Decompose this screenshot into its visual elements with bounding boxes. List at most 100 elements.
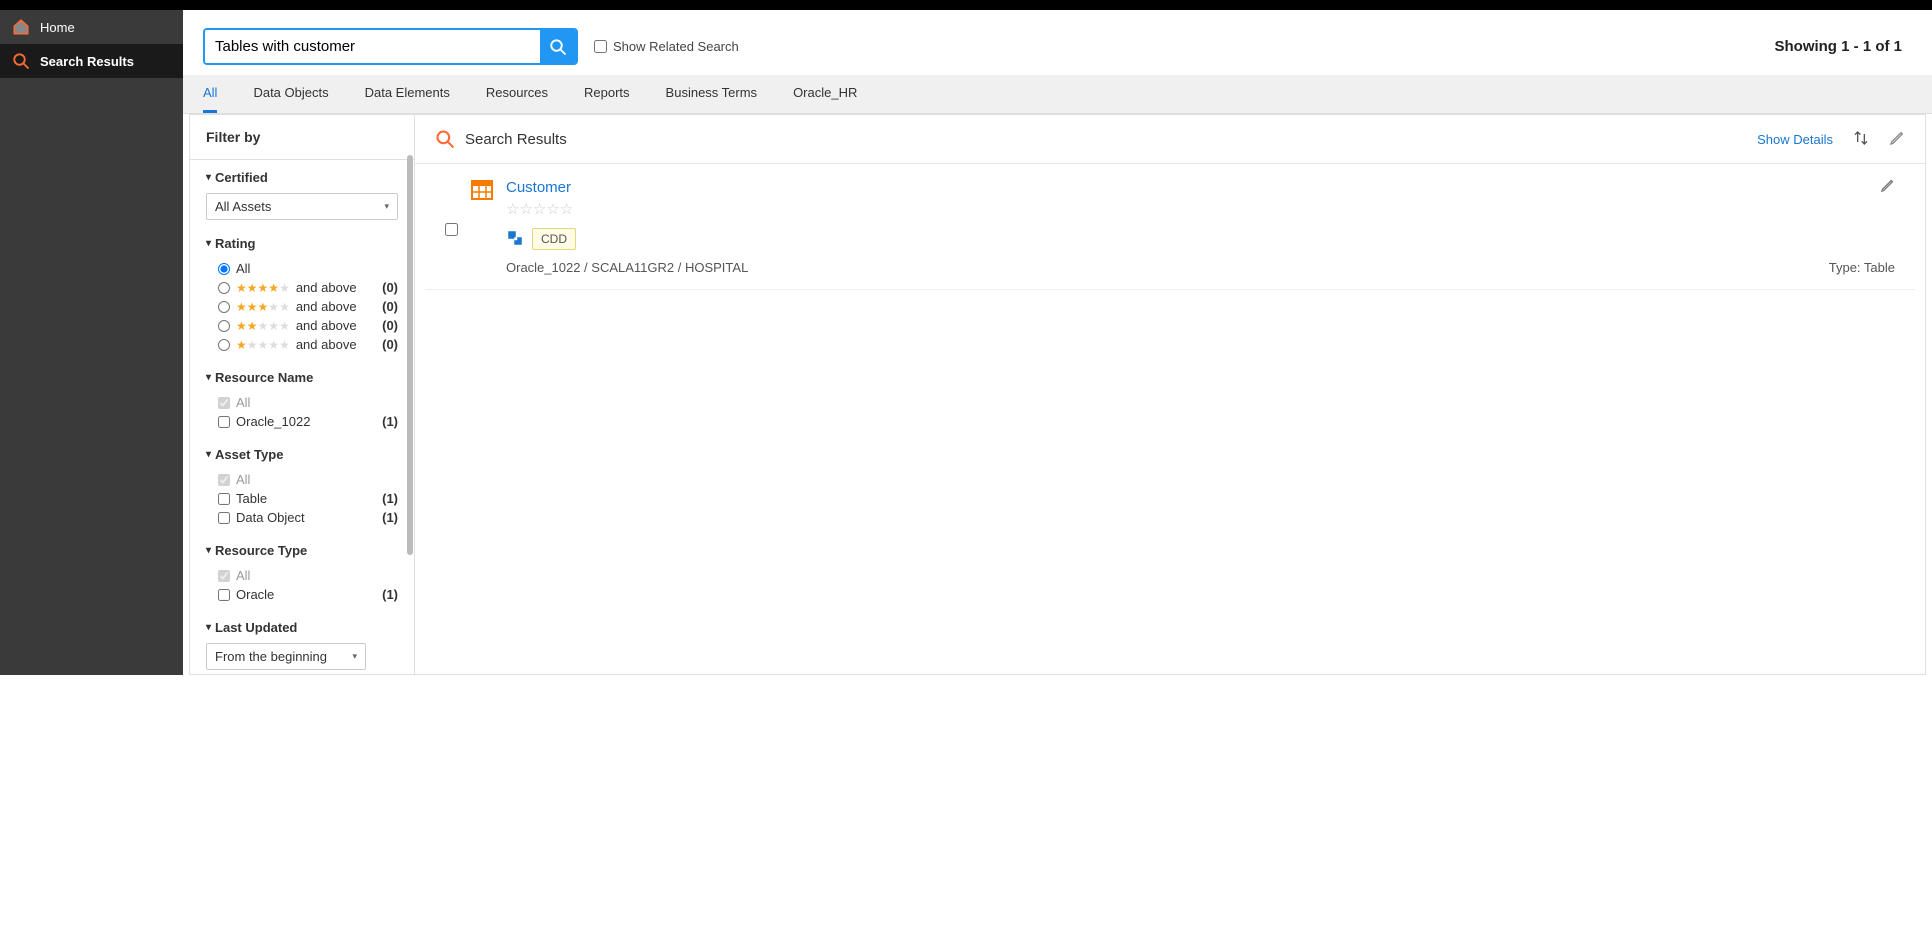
filter-title-resource-type[interactable]: Resource Type [206, 543, 398, 558]
asset-type-option-0[interactable]: Table (1) [206, 489, 398, 508]
tabs-bar: All Data Objects Data Elements Resources… [183, 75, 1932, 114]
show-related-search[interactable]: Show Related Search [594, 39, 739, 54]
tab-data-objects[interactable]: Data Objects [253, 75, 328, 113]
rating-2-count: (0) [382, 318, 398, 333]
resource-name-checkbox-0[interactable] [218, 416, 230, 428]
resource-name-all-checkbox[interactable] [218, 397, 230, 409]
rating-radio-4[interactable] [218, 282, 230, 294]
rating-3-count: (0) [382, 299, 398, 314]
edit-button[interactable] [1889, 130, 1905, 149]
filter-section-resource-type: Resource Type All Oracle [206, 543, 398, 604]
filter-title-rating[interactable]: Rating [206, 236, 398, 251]
filter-title-certified[interactable]: Certified [206, 170, 398, 185]
resource-type-option-0[interactable]: Oracle (1) [206, 585, 398, 604]
result-checkbox[interactable] [445, 184, 458, 275]
filter-title-resource-name[interactable]: Resource Name [206, 370, 398, 385]
stars-4-icon: ★★★★★ [236, 281, 290, 295]
resource-type-all-checkbox[interactable] [218, 570, 230, 582]
top-bar [0, 0, 1932, 10]
table-icon [470, 178, 494, 275]
asset-type-checkbox-1[interactable] [218, 512, 230, 524]
filter-panel: Filter by Certified All Assets Rating [190, 115, 415, 674]
show-related-checkbox[interactable] [594, 40, 607, 53]
rating-radio-2[interactable] [218, 320, 230, 332]
left-sidebar: Home Search Results [0, 10, 183, 675]
result-rating-stars[interactable]: ☆☆☆☆☆ [506, 200, 1895, 218]
rating-option-4[interactable]: ★★★★★ and above (0) [206, 278, 398, 297]
rating-3-label: and above [296, 299, 357, 314]
resource-type-label-0: Oracle [236, 587, 274, 602]
rating-2-label: and above [296, 318, 357, 333]
asset-type-option-1[interactable]: Data Object (1) [206, 508, 398, 527]
home-icon [12, 18, 30, 36]
filter-section-asset-type: Asset Type All Table [206, 447, 398, 527]
pencil-icon [1880, 178, 1895, 193]
filter-title-last-updated[interactable]: Last Updated [206, 620, 398, 635]
rating-option-3[interactable]: ★★★★★ and above (0) [206, 297, 398, 316]
show-details-link[interactable]: Show Details [1757, 132, 1833, 147]
result-type: Type: Table [1829, 260, 1895, 275]
resource-name-all-label: All [236, 395, 250, 410]
search-button[interactable] [540, 30, 576, 63]
rating-option-2[interactable]: ★★★★★ and above (0) [206, 316, 398, 335]
rating-4-label: and above [296, 280, 357, 295]
asset-type-all-label: All [236, 472, 250, 487]
last-updated-select[interactable]: From the beginning [206, 643, 366, 670]
asset-type-all-checkbox[interactable] [218, 474, 230, 486]
asset-type-label-0: Table [236, 491, 267, 506]
tab-data-elements[interactable]: Data Elements [365, 75, 450, 113]
result-path: Oracle_1022 / SCALA11GR2 / HOSPITAL [506, 260, 748, 275]
rating-radio-all[interactable] [218, 263, 230, 275]
results-panel: Search Results Show Details [415, 115, 1925, 674]
stars-3-icon: ★★★★★ [236, 300, 290, 314]
rating-1-count: (0) [382, 337, 398, 352]
asset-type-checkbox-0[interactable] [218, 493, 230, 505]
sort-icon [1853, 130, 1869, 146]
tag-badge[interactable]: CDD [532, 228, 576, 250]
tab-business-terms[interactable]: Business Terms [666, 75, 758, 113]
result-name-link[interactable]: Customer [506, 179, 571, 196]
search-box [203, 28, 578, 65]
tab-reports[interactable]: Reports [584, 75, 630, 113]
rating-option-1[interactable]: ★★★★★ and above (0) [206, 335, 398, 354]
search-icon [435, 129, 455, 149]
rating-radio-1[interactable] [218, 339, 230, 351]
filter-section-certified: Certified All Assets [206, 170, 398, 220]
result-item: Customer ☆☆☆☆☆ CDD [425, 164, 1915, 290]
results-title: Search Results [465, 131, 567, 148]
asset-type-count-1: (1) [382, 510, 398, 525]
tab-resources[interactable]: Resources [486, 75, 548, 113]
pencil-icon [1889, 130, 1905, 146]
filter-section-last-updated: Last Updated From the beginning [206, 620, 398, 670]
sort-button[interactable] [1853, 130, 1869, 149]
tab-all[interactable]: All [203, 75, 217, 113]
filter-header: Filter by [190, 115, 414, 160]
filter-scrollbar-thumb[interactable] [407, 155, 413, 555]
filter-section-resource-name: Resource Name All Oracle_1022 [206, 370, 398, 431]
certified-select[interactable]: All Assets [206, 193, 398, 220]
asset-type-all[interactable]: All [206, 470, 398, 489]
results-header: Search Results Show Details [415, 115, 1925, 164]
result-edit-button[interactable] [1880, 178, 1895, 196]
resource-name-all[interactable]: All [206, 393, 398, 412]
filter-title-asset-type[interactable]: Asset Type [206, 447, 398, 462]
resource-type-checkbox-0[interactable] [218, 589, 230, 601]
rating-1-label: and above [296, 337, 357, 352]
sidebar-item-home[interactable]: Home [0, 10, 183, 44]
search-input[interactable] [205, 30, 540, 63]
rating-option-all[interactable]: All [206, 259, 398, 278]
rating-4-count: (0) [382, 280, 398, 295]
resource-type-all[interactable]: All [206, 566, 398, 585]
tab-oracle-hr[interactable]: Oracle_HR [793, 75, 857, 113]
search-icon [549, 38, 567, 56]
sidebar-item-search-results[interactable]: Search Results [0, 44, 183, 78]
search-icon [12, 52, 30, 70]
resource-name-label-0: Oracle_1022 [236, 414, 310, 429]
filter-scrollbar[interactable] [406, 155, 414, 555]
rating-radio-3[interactable] [218, 301, 230, 313]
last-updated-selected: From the beginning [215, 649, 327, 664]
asset-type-label-1: Data Object [236, 510, 305, 525]
resource-name-option-0[interactable]: Oracle_1022 (1) [206, 412, 398, 431]
asset-type-count-0: (1) [382, 491, 398, 506]
show-related-label: Show Related Search [613, 39, 739, 54]
